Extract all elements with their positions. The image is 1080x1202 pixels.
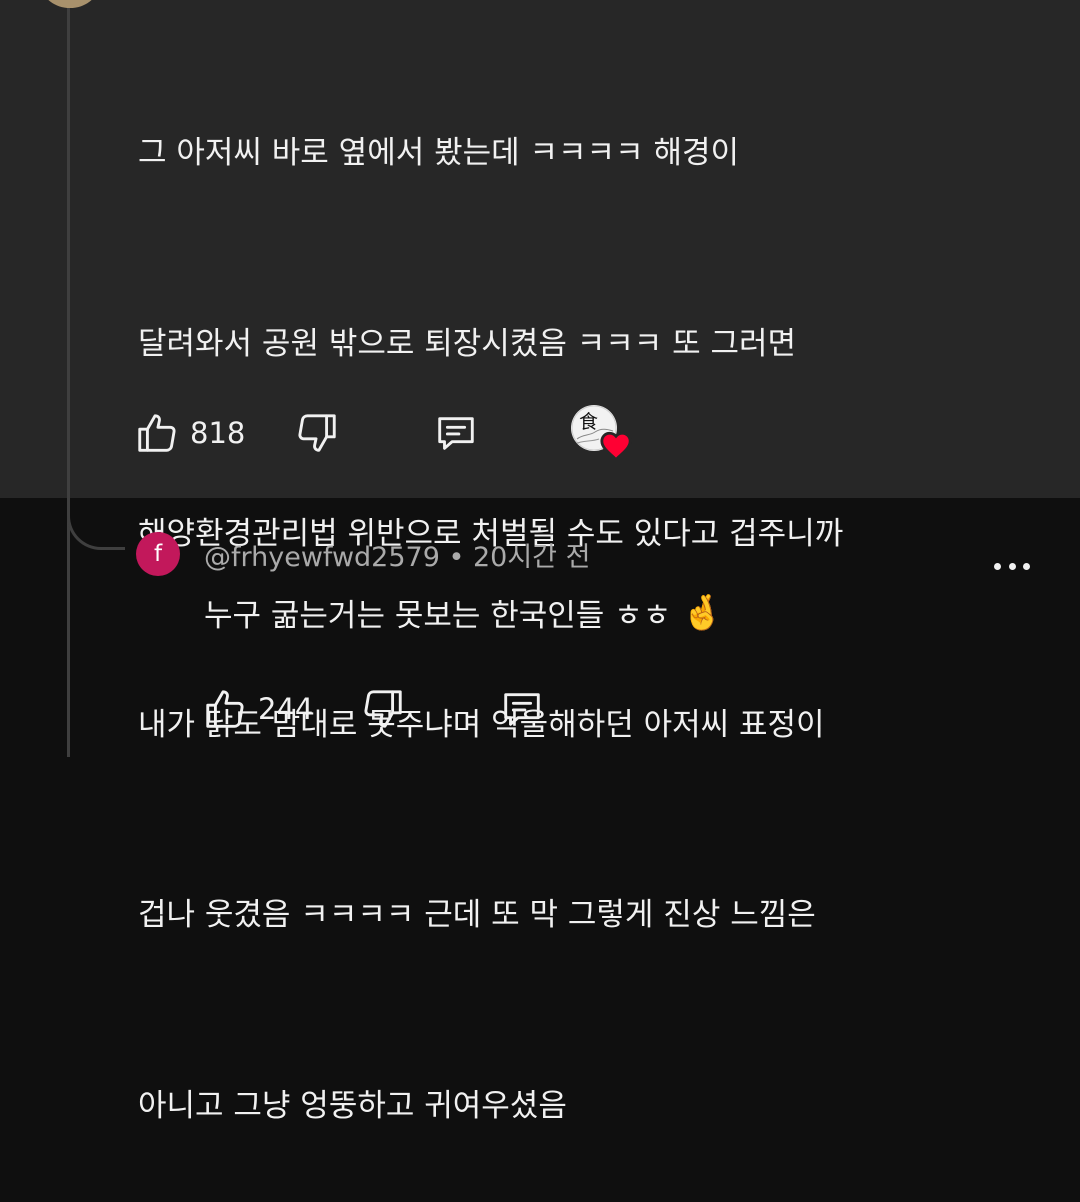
reply-header: @frhyewfwd2579 • 20시간 전 [204, 535, 590, 574]
comment-line: 아니고 그냥 엉뚱하고 귀여우셨음 [138, 1087, 567, 1124]
reply-body: 누구 굶는거는 못보는 한국인들 ㅎㅎ [204, 598, 682, 634]
reply-author-avatar[interactable]: f [136, 532, 180, 576]
thumbs-up-icon [134, 410, 180, 456]
comment-line: 그 아저씨 바로 옆에서 봤는데 ㅋㅋㅋㅋ 해경이 [138, 135, 740, 171]
reply-author-name[interactable]: @frhyewfwd2579 [204, 542, 440, 573]
like-count: 818 [190, 416, 246, 450]
thumbs-up-icon [202, 686, 248, 732]
thread-line [67, 0, 70, 757]
reply-timestamp[interactable]: 20시간 전 [473, 542, 590, 573]
reply-dislike-button[interactable] [360, 686, 406, 732]
thumbs-down-icon [294, 410, 340, 456]
crossed-fingers-emoji: 🤞 [681, 592, 724, 633]
like-count: 244 [258, 692, 314, 726]
reply-reply-button[interactable] [498, 686, 546, 732]
creator-avatar-glyph: 食 [579, 411, 599, 433]
comment-icon [432, 410, 480, 456]
parent-like-button[interactable]: 818 [134, 410, 245, 456]
creator-heart-badge: 食 [571, 405, 633, 463]
parent-reply-button[interactable] [432, 410, 480, 456]
separator-dot: • [439, 542, 473, 573]
reply-text: 누구 굶는거는 못보는 한국인들 ㅎㅎ 🤞 [204, 590, 723, 635]
heart-icon [599, 430, 633, 466]
comment-line: 겁나 웃겼음 ㅋㅋㅋㅋ 근데 또 막 그렇게 진상 느낌은 [138, 897, 816, 933]
more-options-icon[interactable] [994, 553, 1030, 579]
parent-dislike-button[interactable] [294, 410, 340, 456]
thread-connector [67, 496, 125, 550]
comment-icon [498, 686, 546, 732]
comment-line: 달려와서 공원 밖으로 퇴장시켰음 ㅋㅋㅋ 또 그러면 [138, 325, 797, 362]
thumbs-down-icon [360, 686, 406, 732]
reply-like-button[interactable]: 244 [202, 686, 313, 732]
